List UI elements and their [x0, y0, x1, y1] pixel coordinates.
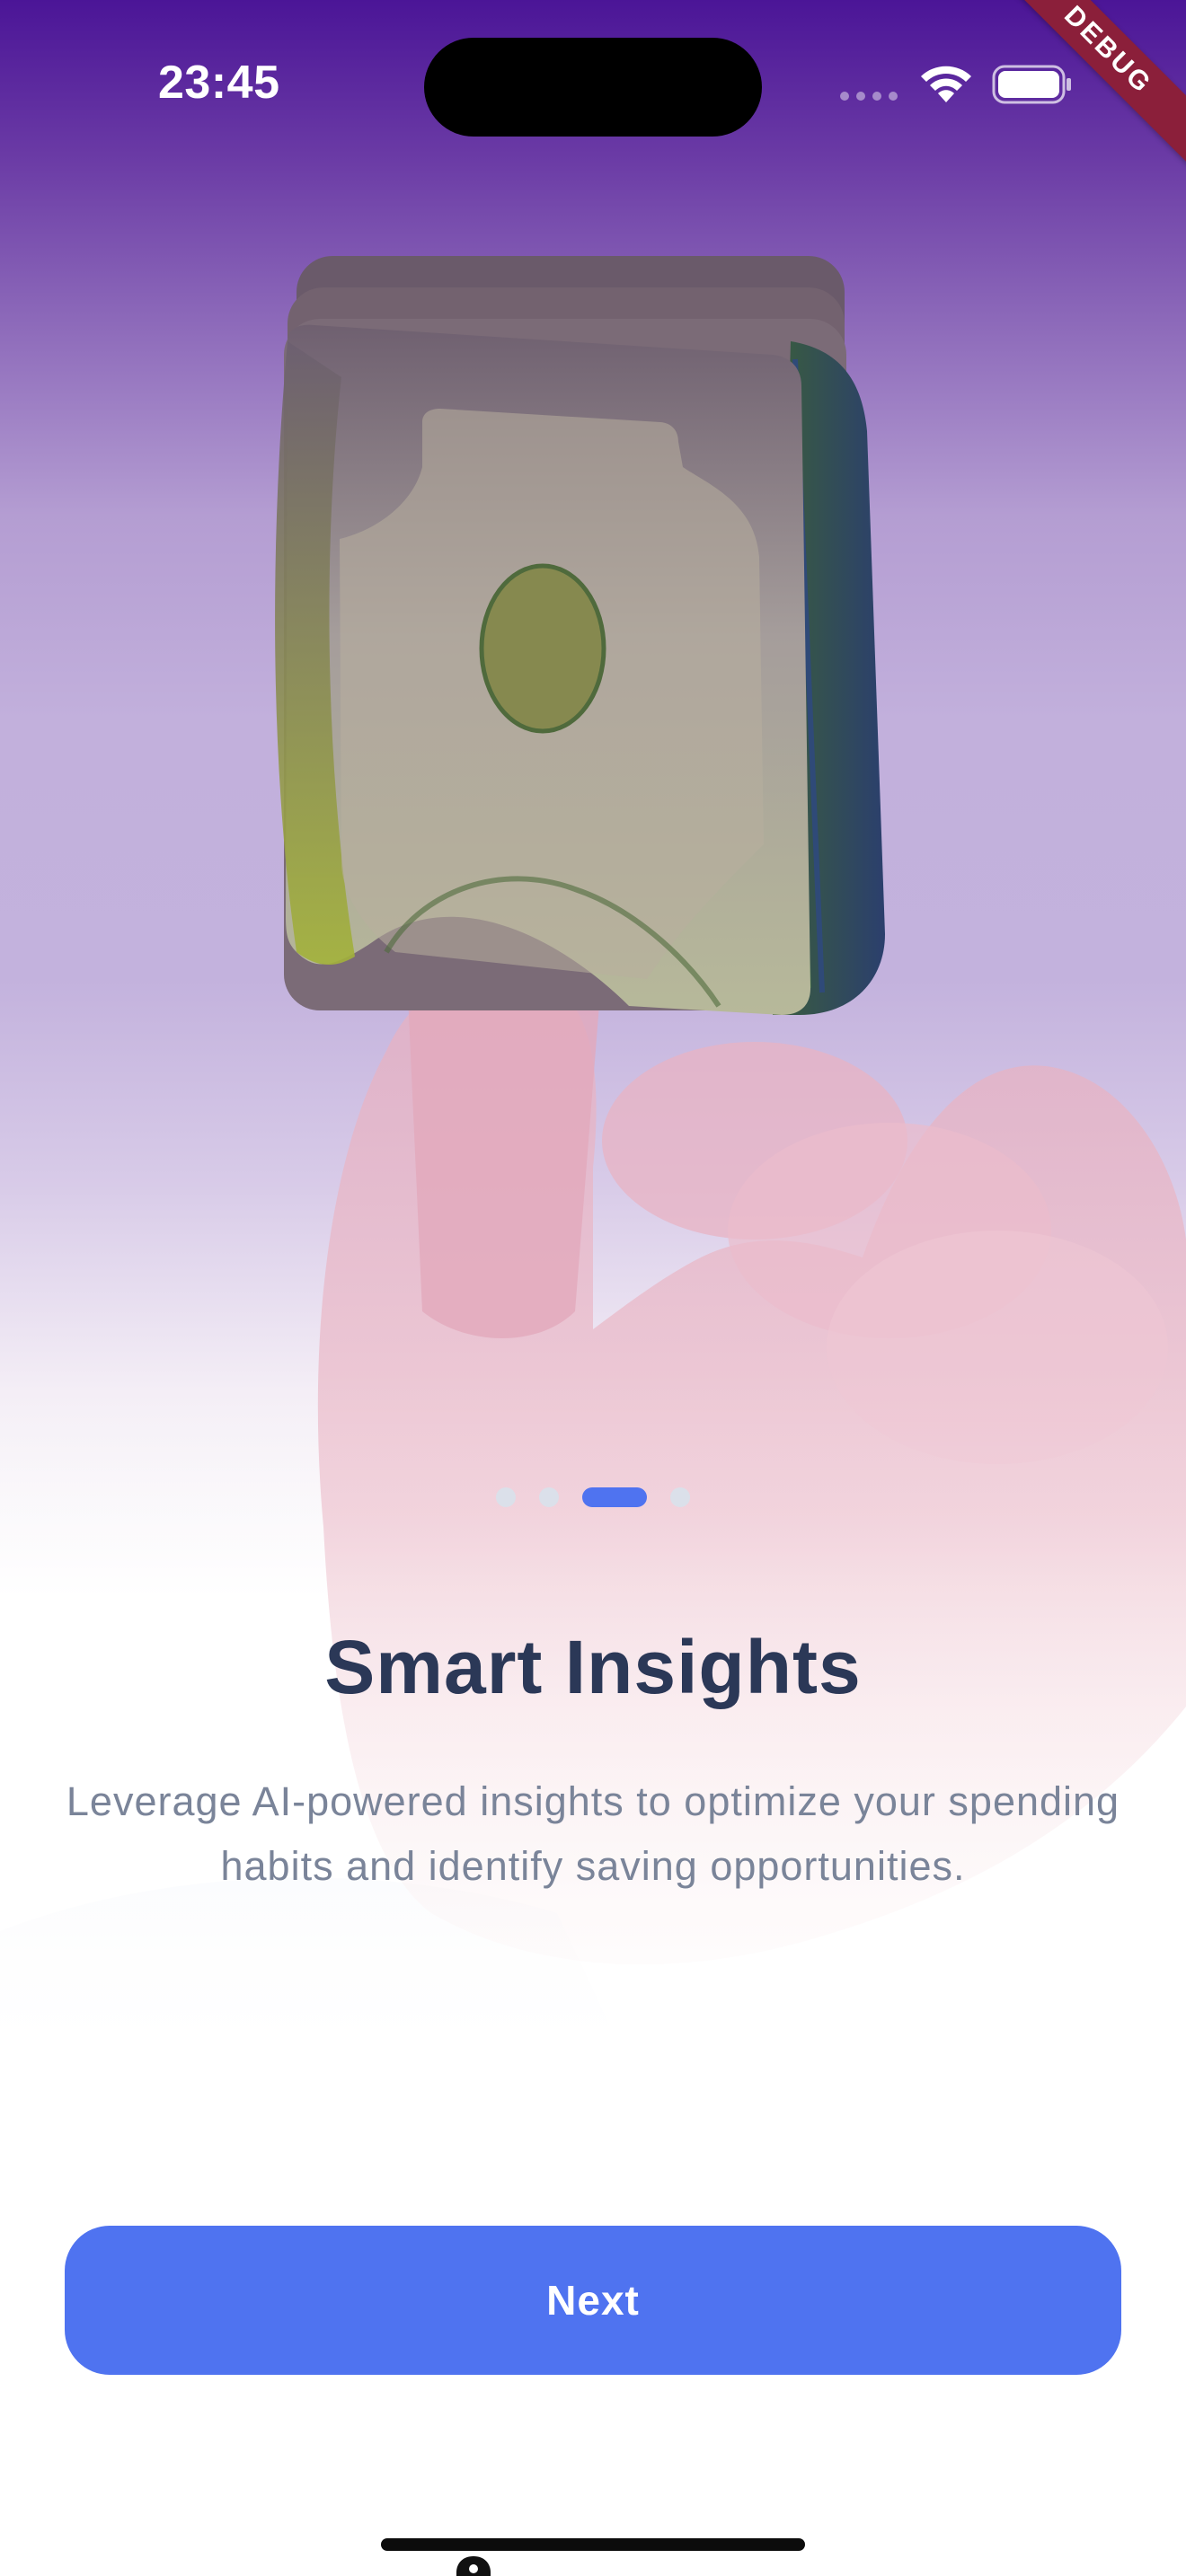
next-button[interactable]: Next [65, 2226, 1121, 2375]
page-indicator [0, 1487, 1186, 1507]
onboarding-title: Smart Insights [324, 1625, 862, 1709]
page-dot-3-active[interactable] [582, 1487, 647, 1507]
page-dot-1[interactable] [496, 1487, 516, 1507]
battery-icon [992, 65, 1071, 104]
home-indicator[interactable] [381, 2538, 805, 2551]
onboarding-screen: 23:45 DEBUG Smart Insights Leverage AI-p… [0, 0, 1186, 2576]
dynamic-island [424, 38, 762, 137]
cellular-signal-icon [840, 92, 898, 101]
status-time: 23:45 [158, 57, 280, 109]
wifi-icon [921, 66, 971, 102]
page-dot-2[interactable] [539, 1487, 559, 1507]
page-dot-4[interactable] [670, 1487, 690, 1507]
hand-holding-cash-icon [0, 256, 1186, 2066]
location-pin-icon [456, 2556, 491, 2576]
status-bar: 23:45 DEBUG [0, 0, 1186, 172]
onboarding-description: Leverage AI-powered insights to optimize… [66, 1778, 1120, 1889]
